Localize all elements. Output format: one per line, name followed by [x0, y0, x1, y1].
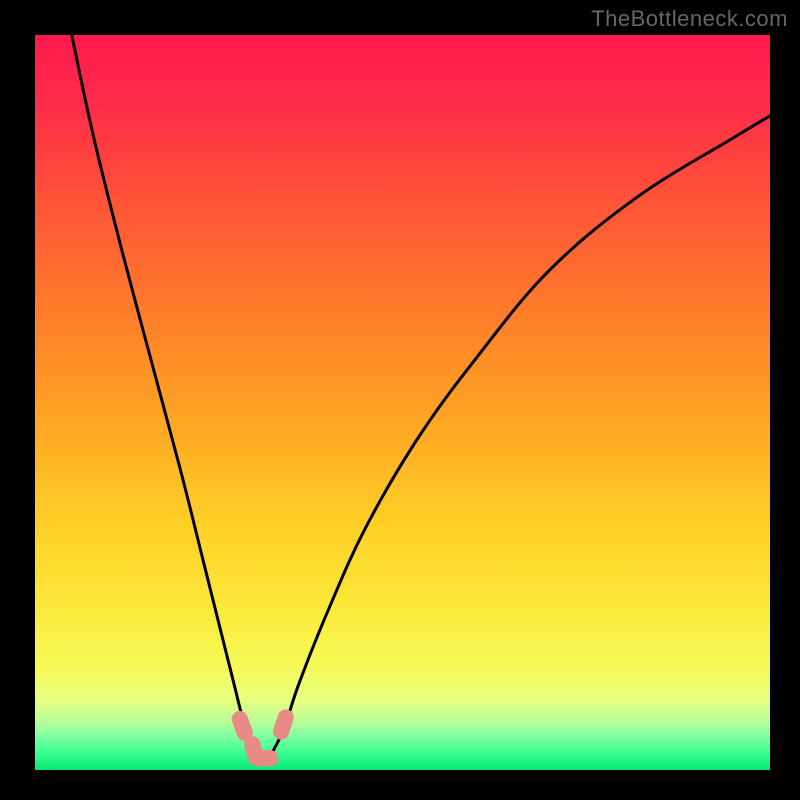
- bottleneck-curve: [35, 35, 770, 770]
- watermark-text: TheBottleneck.com: [591, 6, 788, 32]
- trough-marker: [250, 750, 278, 766]
- curve-path: [72, 35, 770, 759]
- trough-marker: [271, 707, 296, 741]
- plot-area: [35, 35, 770, 770]
- chart-root: TheBottleneck.com: [0, 0, 800, 800]
